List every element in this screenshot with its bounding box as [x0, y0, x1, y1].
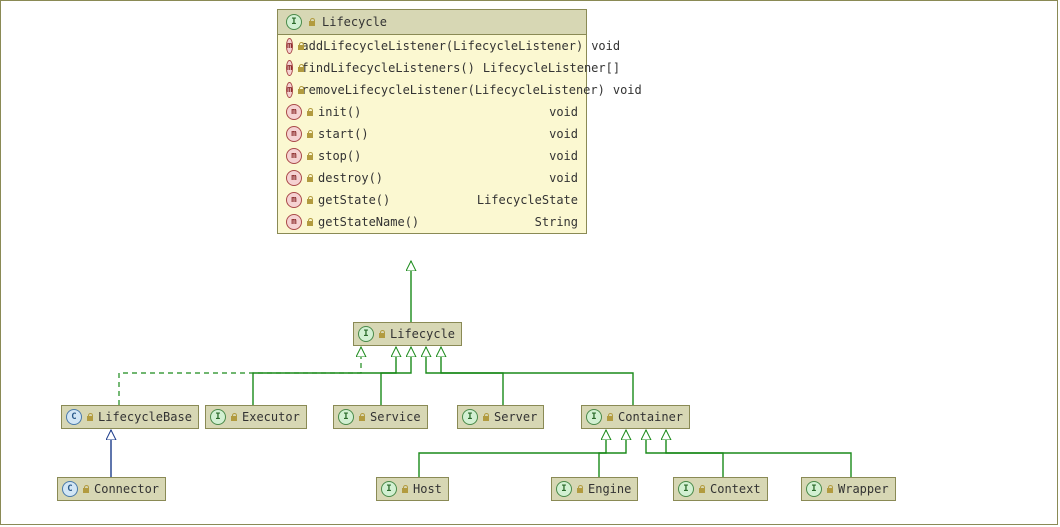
- node-lifecyclebase: C LifecycleBase: [61, 405, 199, 429]
- interface-icon: I: [210, 409, 226, 425]
- method-row: m start() void: [278, 123, 586, 145]
- node-service: I Service: [333, 405, 428, 429]
- interface-icon: I: [338, 409, 354, 425]
- method-return: void: [549, 149, 578, 163]
- node-host: I Host: [376, 477, 449, 501]
- node-label: Container: [618, 410, 683, 424]
- lock-icon: [606, 413, 614, 421]
- method-row: m getStateName() String: [278, 211, 586, 233]
- method-icon: m: [286, 214, 302, 230]
- interface-icon: I: [556, 481, 572, 497]
- lock-icon: [826, 485, 834, 493]
- method-icon: m: [286, 148, 302, 164]
- node-label: LifecycleBase: [98, 410, 192, 424]
- interface-icon: I: [462, 409, 478, 425]
- lock-icon: [306, 152, 314, 160]
- lock-icon: [698, 485, 706, 493]
- node-connector: C Connector: [57, 477, 166, 501]
- method-return: String: [535, 215, 578, 229]
- method-row: m getState() LifecycleState: [278, 189, 586, 211]
- method-icon: m: [286, 192, 302, 208]
- method-return: void: [591, 39, 620, 53]
- lock-icon: [401, 485, 409, 493]
- interface-icon: I: [358, 326, 374, 342]
- lock-icon: [378, 330, 386, 338]
- class-name: Lifecycle: [322, 15, 387, 29]
- lock-icon: [306, 108, 314, 116]
- interface-icon: I: [806, 481, 822, 497]
- lock-icon: [82, 485, 90, 493]
- node-label: Service: [370, 410, 421, 424]
- lock-icon: [306, 196, 314, 204]
- node-label: Executor: [242, 410, 300, 424]
- method-icon: m: [286, 126, 302, 142]
- lock-icon: [86, 413, 94, 421]
- method-row: m init() void: [278, 101, 586, 123]
- method-icon: m: [286, 38, 293, 54]
- node-context: I Context: [673, 477, 768, 501]
- node-label: Wrapper: [838, 482, 889, 496]
- lock-icon: [576, 485, 584, 493]
- method-icon: m: [286, 170, 302, 186]
- lock-icon: [358, 413, 366, 421]
- interface-icon: I: [381, 481, 397, 497]
- diagram-canvas: I Lifecycle m addLifecycleListener(Lifecy…: [0, 0, 1058, 525]
- method-row: mremoveLifecycleListener(LifecycleListen…: [278, 79, 586, 101]
- method-return: void: [549, 105, 578, 119]
- method-row: m addLifecycleListener(LifecycleListener)…: [278, 35, 586, 57]
- interface-icon: I: [586, 409, 602, 425]
- lock-icon: [308, 18, 316, 26]
- method-icon: m: [286, 104, 302, 120]
- node-engine: I Engine: [551, 477, 638, 501]
- method-return: LifecycleListener[]: [483, 61, 620, 75]
- method-row: m stop() void: [278, 145, 586, 167]
- node-executor: I Executor: [205, 405, 307, 429]
- class-icon: C: [66, 409, 82, 425]
- class-methods: m addLifecycleListener(LifecycleListener)…: [278, 35, 586, 233]
- node-server: I Server: [457, 405, 544, 429]
- method-signature: getState(): [318, 193, 390, 207]
- method-return: LifecycleState: [477, 193, 578, 207]
- lock-icon: [230, 413, 238, 421]
- method-signature: getStateName(): [318, 215, 419, 229]
- method-signature: destroy(): [318, 171, 383, 185]
- method-return: void: [549, 171, 578, 185]
- lock-icon: [306, 218, 314, 226]
- method-return: void: [549, 127, 578, 141]
- node-label: Server: [494, 410, 537, 424]
- method-return: void: [613, 83, 642, 97]
- method-signature: init(): [318, 105, 361, 119]
- node-container: I Container: [581, 405, 690, 429]
- class-header: I Lifecycle: [278, 10, 586, 35]
- lock-icon: [306, 130, 314, 138]
- method-row: m destroy() void: [278, 167, 586, 189]
- interface-icon: I: [678, 481, 694, 497]
- node-label: Host: [413, 482, 442, 496]
- lock-icon: [306, 174, 314, 182]
- method-icon: m: [286, 60, 293, 76]
- node-label: Context: [710, 482, 761, 496]
- method-signature: findLifecycleListeners(): [301, 61, 474, 75]
- node-label: Engine: [588, 482, 631, 496]
- method-signature: addLifecycleListener(LifecycleListener): [301, 39, 583, 53]
- method-icon: m: [286, 82, 293, 98]
- method-signature: stop(): [318, 149, 361, 163]
- node-label: Lifecycle: [390, 327, 455, 341]
- method-row: mfindLifecycleListeners()LifecycleListen…: [278, 57, 586, 79]
- node-label: Connector: [94, 482, 159, 496]
- lock-icon: [482, 413, 490, 421]
- method-signature: removeLifecycleListener(LifecycleListene…: [301, 83, 604, 97]
- class-icon: C: [62, 481, 78, 497]
- node-lifecycle: I Lifecycle: [353, 322, 462, 346]
- node-wrapper: I Wrapper: [801, 477, 896, 501]
- method-signature: start(): [318, 127, 369, 141]
- interface-icon: I: [286, 14, 302, 30]
- class-box-lifecycle: I Lifecycle m addLifecycleListener(Lifecy…: [277, 9, 587, 234]
